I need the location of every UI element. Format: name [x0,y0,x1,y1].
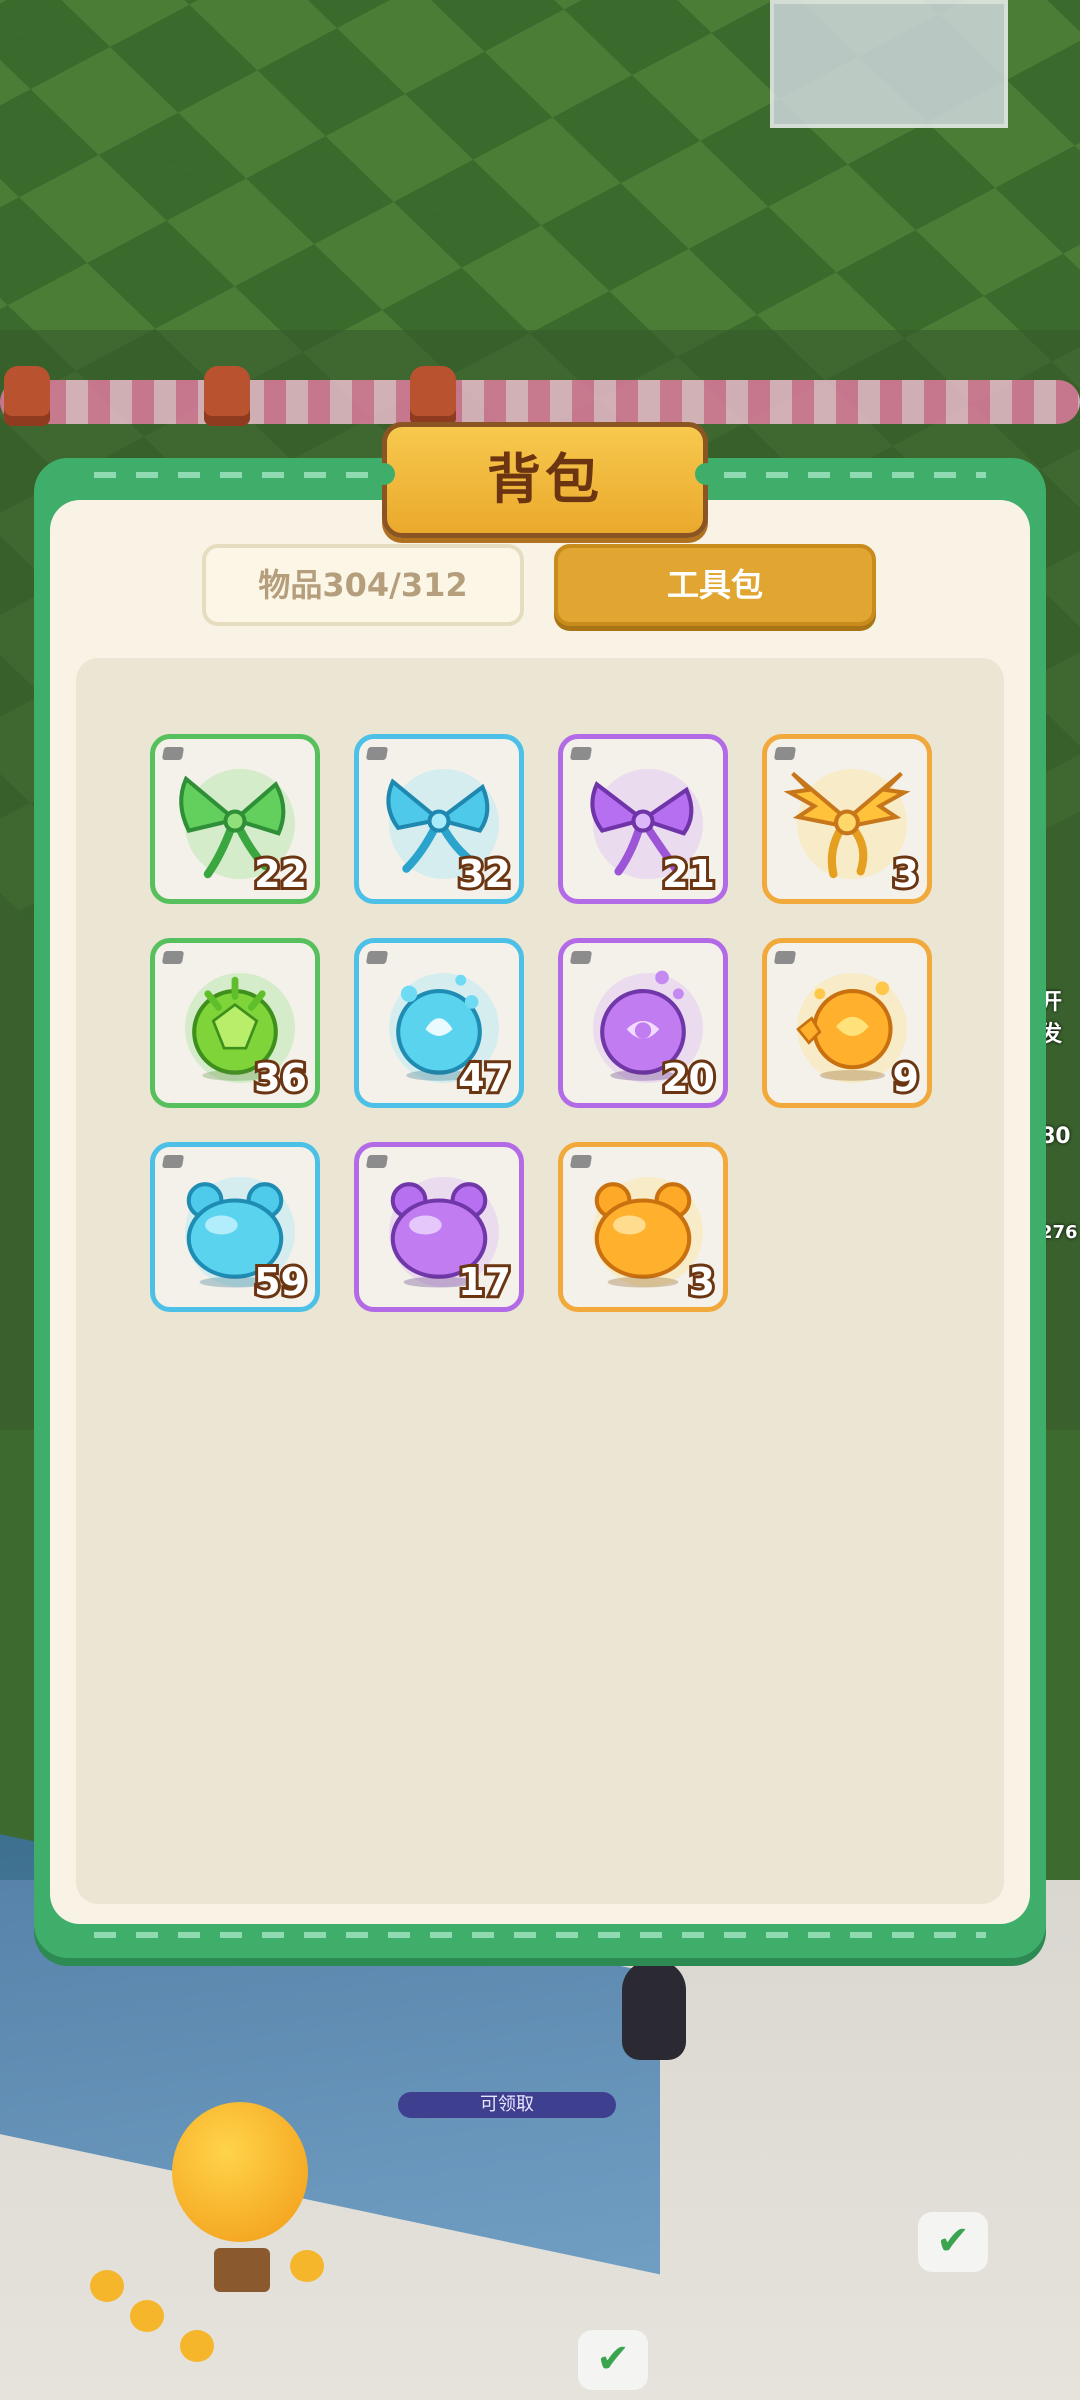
item-count: 17 [455,1258,514,1306]
side-label: 开发 [1040,990,1063,1047]
item-count: 32 [455,850,514,898]
inventory-slot[interactable]: 17 [354,1142,524,1312]
item-count: 22 [251,850,310,898]
balloon-basket [214,2248,270,2292]
check-icon: ✔ [936,2218,970,2264]
flowerbed [0,380,1080,424]
inventory-slot[interactable]: 21 [558,734,728,904]
penguin-character[interactable] [622,1960,686,2060]
hot-air-balloon[interactable] [172,2102,308,2242]
check-icon: ✔ [596,2336,630,2382]
inventory-slot[interactable]: 20 [558,938,728,1108]
greenhouse-building [770,0,1008,128]
title-plate: 背包 [373,422,717,538]
chick [290,2250,324,2282]
item-count: 9 [889,1054,922,1102]
inventory-slot[interactable]: 36 [150,938,320,1108]
item-count: 3 [685,1258,718,1306]
flower-pot [410,366,456,426]
check-bubble[interactable]: ✔ [918,2212,988,2272]
check-bubble[interactable]: ✔ [578,2330,648,2390]
inventory-slot[interactable]: 59 [150,1142,320,1312]
chick [90,2270,124,2302]
panel-title: 背包 [487,448,603,511]
claim-tip[interactable]: 可领取 [398,2092,616,2118]
item-count: 3 [889,850,922,898]
flower-pot [4,366,50,426]
tab-toolkit[interactable]: 工具包 [554,544,876,626]
side-label: 276 [1040,1222,1078,1243]
chick [130,2300,164,2332]
inventory-slot[interactable]: 47 [354,938,524,1108]
chick [180,2330,214,2362]
flower-pot [204,366,250,426]
inventory-slot[interactable]: 9 [762,938,932,1108]
item-count: 36 [251,1054,310,1102]
inventory-slot[interactable]: 3 [762,734,932,904]
tab-items[interactable]: 物品304/312 [202,544,524,626]
item-count: 47 [455,1054,514,1102]
side-label: 80 [1040,1124,1071,1149]
panel-trim [94,1932,986,1938]
inventory-slot[interactable]: 3 [558,1142,728,1312]
inventory-slot[interactable]: 32 [354,734,524,904]
inventory-slot[interactable]: 22 [150,734,320,904]
item-count: 21 [659,850,718,898]
item-count: 20 [659,1054,718,1102]
item-count: 59 [251,1258,310,1306]
